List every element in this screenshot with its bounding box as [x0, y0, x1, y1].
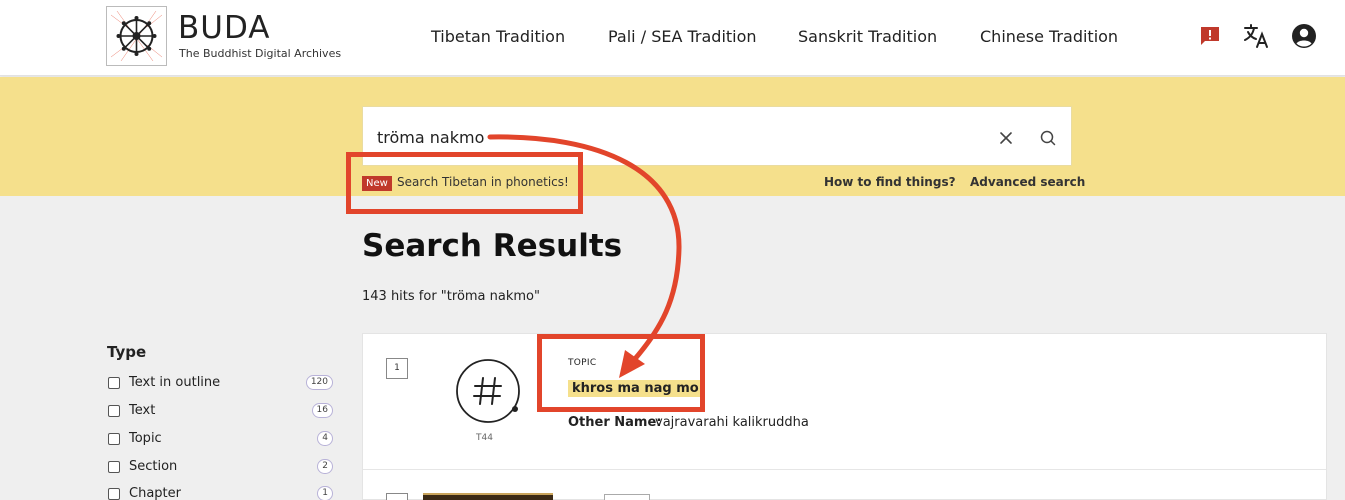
facet-checkbox[interactable] [108, 433, 120, 445]
facet-item-section[interactable]: Section 2 [107, 458, 333, 476]
facet-item-text[interactable]: Text 16 [107, 402, 333, 420]
logo-subtitle: The Buddhist Digital Archives [179, 47, 342, 60]
logo-icon[interactable] [106, 6, 167, 66]
topic-id: T44 [476, 433, 493, 443]
facet-item-text-in-outline[interactable]: Text in outline 120 [107, 374, 333, 392]
nav-chinese-tradition[interactable]: Chinese Tradition [980, 27, 1118, 46]
account-icon[interactable] [1290, 22, 1318, 50]
nav-sanskrit-tradition[interactable]: Sanskrit Tradition [798, 27, 937, 46]
facet-checkbox[interactable] [108, 461, 120, 473]
facet-checkbox[interactable] [108, 377, 120, 389]
how-to-find-link[interactable]: How to find things? [824, 175, 956, 189]
facet-count: 2 [317, 459, 333, 474]
facet-label: Text [129, 403, 156, 418]
search-input[interactable] [377, 125, 957, 149]
annotation-box-result [537, 334, 705, 412]
next-result-checkbox[interactable] [386, 493, 408, 500]
facet-count: 16 [311, 403, 333, 418]
facet-checkbox[interactable] [108, 405, 120, 417]
nav-pali-sea-tradition[interactable]: Pali / SEA Tradition [608, 27, 757, 46]
facet-checkbox[interactable] [108, 488, 120, 500]
divider [363, 469, 1326, 470]
facet-count: 120 [305, 375, 333, 390]
logo-title[interactable]: BUDA [178, 13, 271, 44]
facet-label: Section [129, 459, 178, 474]
hits-count: 143 hits for "tröma nakmo" [362, 289, 540, 304]
clear-icon[interactable] [995, 127, 1017, 149]
top-header: BUDA The Buddhist Digital Archives Tibet… [0, 0, 1345, 76]
feedback-icon[interactable] [1196, 22, 1224, 50]
topic-hash-icon[interactable] [455, 358, 521, 424]
facet-label: Text in outline [129, 375, 221, 390]
other-name-value: vajravarahi kalikruddha [655, 415, 809, 430]
facet-item-chapter[interactable]: Chapter 1 [107, 485, 333, 500]
facet-label: Topic [129, 431, 162, 446]
facet-count: 4 [317, 431, 333, 446]
facet-title-type: Type [107, 343, 147, 361]
next-result-thumbnail[interactable] [423, 493, 553, 500]
nav-tibetan-tradition[interactable]: Tibetan Tradition [431, 27, 565, 46]
other-name-label: Other Name: [568, 415, 662, 430]
advanced-search-link[interactable]: Advanced search [970, 175, 1085, 189]
search-icon[interactable] [1037, 127, 1059, 149]
translate-icon[interactable] [1242, 22, 1270, 50]
result-select-checkbox[interactable]: 1 [386, 358, 408, 379]
facet-count: 1 [317, 486, 333, 500]
page-title: Search Results [362, 228, 623, 264]
next-result-box [604, 494, 650, 500]
facet-label: Chapter [129, 486, 181, 500]
annotation-box-phonetics [346, 152, 583, 214]
facet-item-topic[interactable]: Topic 4 [107, 430, 333, 448]
